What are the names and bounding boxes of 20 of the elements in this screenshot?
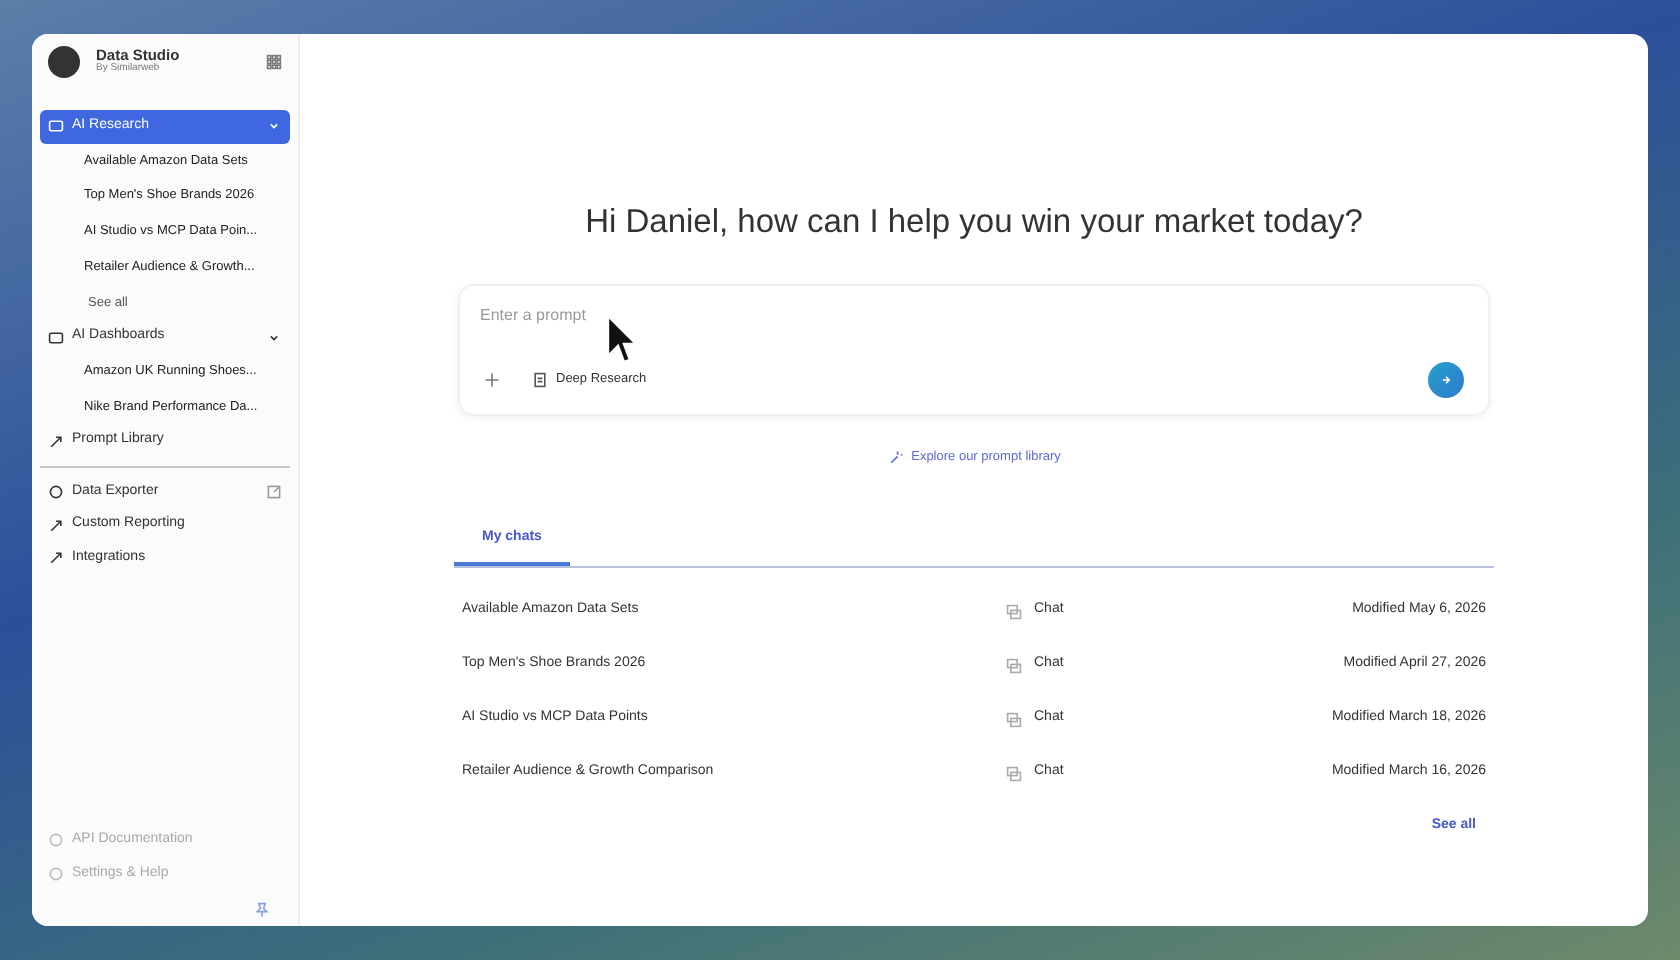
add-button[interactable] [484, 371, 500, 388]
greeting-heading: Hi Daniel, how can I help you win your market today? [585, 202, 1363, 244]
external-link-icon [266, 484, 282, 500]
panel-icon [48, 118, 64, 135]
grid-icon [266, 54, 282, 70]
arrow-icon [1438, 371, 1454, 388]
chat-bubble-icon [1006, 765, 1022, 781]
document-icon [532, 371, 548, 388]
pin-icon [254, 902, 270, 918]
plus-icon [484, 371, 500, 388]
chat-bubble-icon [1006, 711, 1022, 727]
chat-bubble-icon [1006, 657, 1022, 673]
send-button[interactable] [1428, 361, 1464, 398]
circle-icon [48, 865, 64, 882]
circle-icon [48, 832, 64, 849]
mouse-pointer-icon [606, 314, 638, 366]
logo-icon [48, 46, 80, 78]
panel-icon [48, 329, 64, 345]
sparkle-icon [887, 449, 904, 466]
chat-bubble-icon [1006, 603, 1022, 619]
